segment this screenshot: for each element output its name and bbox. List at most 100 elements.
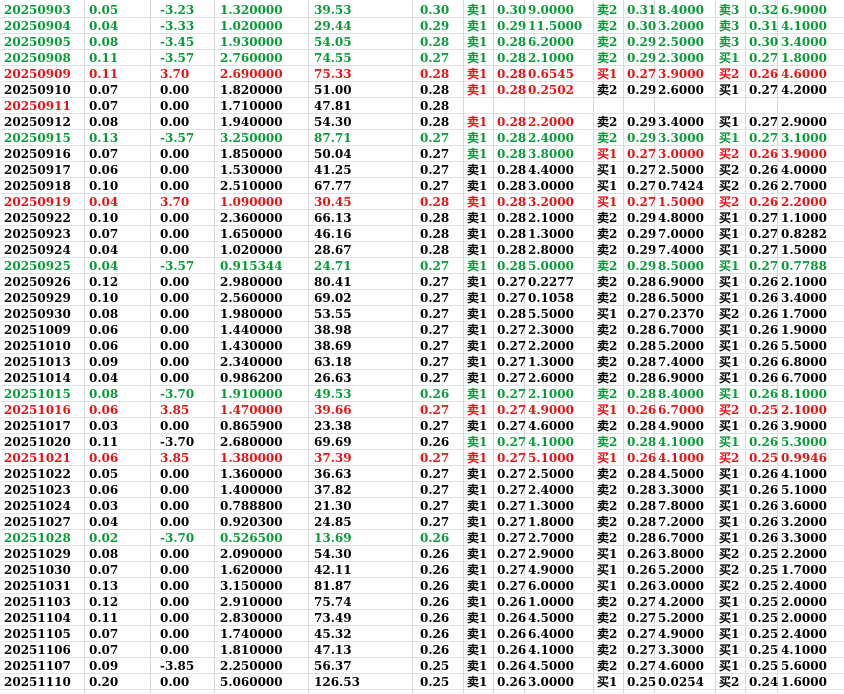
cell-date[interactable]: 20250908 xyxy=(4,50,71,66)
cell-p1[interactable]: 0.28 xyxy=(497,130,526,146)
cell-e[interactable]: 0.26 xyxy=(420,562,449,578)
cell-p1[interactable]: 0.27 xyxy=(497,322,526,338)
cell-a[interactable]: 0.07 xyxy=(89,562,118,578)
cell-d[interactable]: 30.45 xyxy=(314,194,352,210)
table-row[interactable]: 20250922 0.10 0.00 2.360000 66.13 0.28 卖1 0.28 2… xyxy=(0,210,844,226)
cell-v2[interactable]: 4.1000 xyxy=(658,434,704,450)
cell-b[interactable]: 0.00 xyxy=(160,370,189,386)
cell-v3[interactable]: 2.1000 xyxy=(781,274,827,290)
cell-t2[interactable]: 买1 xyxy=(597,450,617,466)
table-row[interactable]: 20251013 0.09 0.00 2.340000 63.18 0.27 卖1 0.27 1… xyxy=(0,354,844,370)
cell-c[interactable]: 1.980000 xyxy=(220,306,283,322)
cell-t3[interactable]: 卖3 xyxy=(719,18,739,34)
cell-t1[interactable]: 卖1 xyxy=(467,514,487,530)
cell-v3[interactable]: 1.7000 xyxy=(781,562,827,578)
cell-t1[interactable]: 卖1 xyxy=(467,258,487,274)
cell-a[interactable]: 0.06 xyxy=(89,402,118,418)
cell-p3[interactable]: 0.26 xyxy=(749,370,778,386)
cell-a[interactable]: 0.11 xyxy=(89,610,118,626)
cell-v2[interactable]: 6.5000 xyxy=(658,290,704,306)
cell-d[interactable]: 51.00 xyxy=(314,82,352,98)
cell-v3[interactable]: 2.2000 xyxy=(781,194,827,210)
cell-c[interactable]: 1.020000 xyxy=(220,242,283,258)
cell-t2[interactable]: 卖2 xyxy=(597,338,617,354)
cell-p3[interactable]: 0.32 xyxy=(749,2,778,18)
cell-v3[interactable]: 2.7000 xyxy=(781,178,827,194)
cell-p2[interactable]: 0.27 xyxy=(627,146,656,162)
table-row[interactable]: 20250911 0.07 0.00 1.710000 47.81 0.28 xyxy=(0,98,844,114)
cell-a[interactable]: 0.20 xyxy=(89,674,118,690)
cell-p1[interactable]: 0.28 xyxy=(497,306,526,322)
cell-t3[interactable]: 买1 xyxy=(719,434,739,450)
cell-v3[interactable]: 3.9000 xyxy=(781,146,827,162)
cell-a[interactable]: 0.04 xyxy=(89,242,118,258)
cell-a[interactable]: 0.04 xyxy=(89,514,118,530)
cell-p1[interactable]: 0.26 xyxy=(497,674,526,690)
cell-date[interactable]: 20250909 xyxy=(4,66,71,82)
cell-p1[interactable]: 0.27 xyxy=(497,562,526,578)
cell-b[interactable]: 0.00 xyxy=(160,594,189,610)
cell-v3[interactable]: 1.5000 xyxy=(781,242,827,258)
cell-p1[interactable]: 0.27 xyxy=(497,290,526,306)
cell-b[interactable]: -3.45 xyxy=(160,34,194,50)
cell-p1[interactable]: 0.27 xyxy=(497,546,526,562)
cell-p1[interactable]: 0.28 xyxy=(497,114,526,130)
cell-v1[interactable]: 0.2502 xyxy=(528,82,574,98)
cell-d[interactable]: 21.30 xyxy=(314,498,352,514)
cell-a[interactable]: 0.05 xyxy=(89,2,118,18)
cell-c[interactable]: 1.360000 xyxy=(220,466,283,482)
cell-p3[interactable]: 0.26 xyxy=(749,482,778,498)
cell-b[interactable]: 0.00 xyxy=(160,210,189,226)
cell-v1[interactable]: 4.9000 xyxy=(528,562,574,578)
cell-t2[interactable]: 买1 xyxy=(597,162,617,178)
cell-t3[interactable]: 买1 xyxy=(719,530,739,546)
cell-p2[interactable]: 0.28 xyxy=(627,466,656,482)
cell-p3[interactable]: 0.27 xyxy=(749,210,778,226)
cell-date[interactable]: 20250922 xyxy=(4,210,71,226)
cell-b[interactable]: 0.00 xyxy=(160,114,189,130)
cell-p1[interactable]: 0.26 xyxy=(497,610,526,626)
cell-c[interactable]: 1.820000 xyxy=(220,82,283,98)
cell-t3[interactable]: 买1 xyxy=(719,594,739,610)
cell-p1[interactable]: 0.26 xyxy=(497,594,526,610)
cell-c[interactable]: 1.090000 xyxy=(220,194,283,210)
cell-a[interactable]: 0.07 xyxy=(89,642,118,658)
cell-p3[interactable]: 0.24 xyxy=(749,674,778,690)
cell-p3[interactable]: 0.26 xyxy=(749,434,778,450)
cell-a[interactable]: 0.06 xyxy=(89,482,118,498)
table-row[interactable]: 20251027 0.04 0.00 0.920300 24.85 0.27 卖1 0.27 1… xyxy=(0,514,844,530)
table-row[interactable]: 20250903 0.05 -3.23 1.320000 39.53 0.30 卖1 0.30… xyxy=(0,2,844,18)
cell-t2[interactable]: 卖2 xyxy=(597,466,617,482)
cell-p2[interactable]: 0.31 xyxy=(627,2,656,18)
cell-t3[interactable]: 买1 xyxy=(719,82,739,98)
cell-t2[interactable]: 卖2 xyxy=(597,226,617,242)
cell-v1[interactable]: 4.1000 xyxy=(528,434,574,450)
cell-v2[interactable]: 4.2000 xyxy=(658,594,704,610)
cell-p3[interactable]: 0.26 xyxy=(749,146,778,162)
table-row[interactable]: 20250916 0.07 0.00 1.850000 50.04 0.27 卖1 0.28 3… xyxy=(0,146,844,162)
cell-b[interactable]: 3.70 xyxy=(160,66,189,82)
cell-e[interactable]: 0.26 xyxy=(420,578,449,594)
cell-t2[interactable]: 卖2 xyxy=(597,2,617,18)
cell-date[interactable]: 20251105 xyxy=(4,626,71,642)
cell-c[interactable]: 1.380000 xyxy=(220,450,283,466)
cell-v1[interactable]: 0.1058 xyxy=(528,290,574,306)
cell-p1[interactable]: 0.28 xyxy=(497,226,526,242)
table-row[interactable]: 20250908 0.11 -3.57 2.760000 74.55 0.27 卖1 0.28… xyxy=(0,50,844,66)
cell-c[interactable]: 1.650000 xyxy=(220,226,283,242)
table-row[interactable]: 20250912 0.08 0.00 1.940000 54.30 0.28 卖1 0.28 2… xyxy=(0,114,844,130)
cell-e[interactable]: 0.27 xyxy=(420,130,449,146)
cell-t1[interactable]: 卖1 xyxy=(467,434,487,450)
cell-p2[interactable]: 0.29 xyxy=(627,34,656,50)
cell-c[interactable]: 1.430000 xyxy=(220,338,283,354)
cell-b[interactable]: 0.00 xyxy=(160,514,189,530)
cell-v3[interactable]: 1.9000 xyxy=(781,322,827,338)
cell-p3[interactable]: 0.27 xyxy=(749,242,778,258)
cell-d[interactable]: 38.98 xyxy=(314,322,352,338)
cell-p1[interactable]: 0.26 xyxy=(497,626,526,642)
cell-b[interactable]: 0.00 xyxy=(160,226,189,242)
cell-d[interactable]: 42.11 xyxy=(314,562,352,578)
cell-p2[interactable]: 0.27 xyxy=(627,162,656,178)
cell-p3[interactable]: 0.26 xyxy=(749,194,778,210)
cell-v1[interactable]: 2.1000 xyxy=(528,386,574,402)
